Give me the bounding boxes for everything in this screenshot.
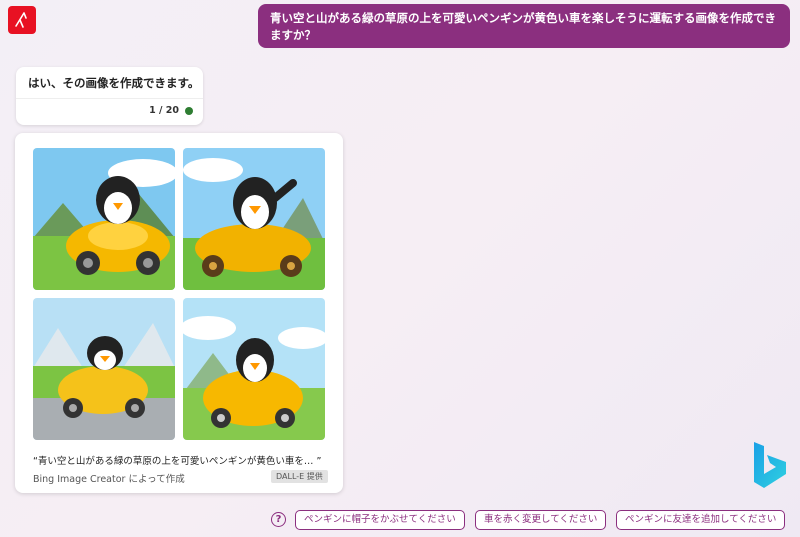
generated-image-3[interactable] bbox=[33, 298, 175, 440]
bot-message-card: はい、その画像を作成できます。 1 / 20 bbox=[16, 67, 203, 125]
generated-image-4[interactable] bbox=[183, 298, 325, 440]
dalle-badge: DALL-E 提供 bbox=[271, 470, 328, 483]
suggestion-button-add-hat[interactable]: ペンギンに帽子をかぶせてください bbox=[295, 510, 465, 530]
user-message: 青い空と山がある緑の草原の上を可愛いペンギンが黄色い車を楽しそうに運転する画像を… bbox=[258, 4, 790, 48]
image-creator-credit: Bing Image Creator によって作成 bbox=[33, 474, 185, 485]
suggestion-button-red-car[interactable]: 車を赤く変更してください bbox=[475, 510, 607, 530]
image-gallery-card: “青い空と山がある緑の草原の上を可愛いペンギンが黄色い車を… ” Bing Im… bbox=[15, 133, 343, 493]
turn-counter-text: 1 / 20 bbox=[149, 105, 179, 116]
image-caption[interactable]: “青い空と山がある緑の草原の上を可愛いペンギンが黄色い車を… ” bbox=[33, 453, 321, 467]
help-icon[interactable]: ? bbox=[271, 512, 286, 527]
user-avatar-icon bbox=[8, 6, 36, 34]
turn-counter: 1 / 20 bbox=[149, 105, 193, 116]
bing-logo-icon bbox=[750, 440, 790, 494]
generated-image-1[interactable] bbox=[33, 148, 175, 290]
status-dot-icon bbox=[185, 106, 193, 115]
suggestion-button-add-friend[interactable]: ペンギンに友達を追加してください bbox=[616, 510, 786, 530]
bot-message-text: はい、その画像を作成できます。 bbox=[28, 76, 200, 90]
divider bbox=[16, 98, 203, 99]
generated-image-2[interactable] bbox=[183, 148, 325, 290]
